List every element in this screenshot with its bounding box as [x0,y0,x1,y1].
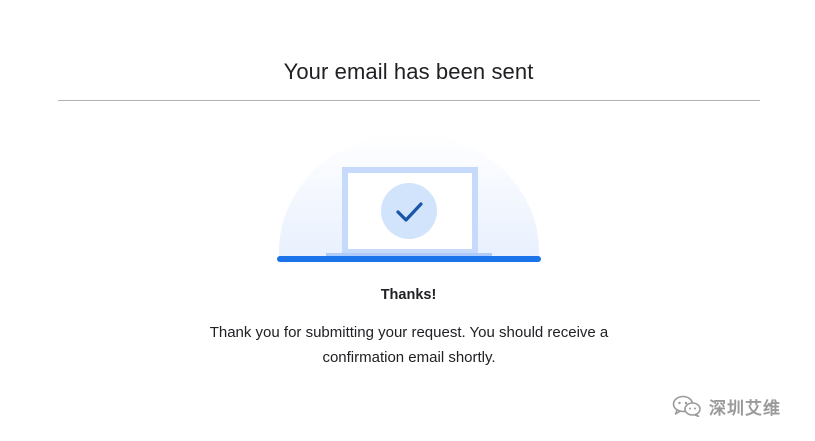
watermark: 深圳艾维 [672,393,781,419]
email-sent-page: Your email has been sent Thanks! Thank y… [0,0,815,441]
page-title: Your email has been sent [283,59,534,84]
watermark-text: 深圳艾维 [709,398,781,419]
confirmation-message: Thank you for submitting your request. Y… [209,324,609,366]
title-divider [58,100,760,101]
wechat-icon [672,395,701,417]
laptop-with-checkmark-icon [277,133,541,262]
thanks-heading: Thanks! [380,287,437,303]
